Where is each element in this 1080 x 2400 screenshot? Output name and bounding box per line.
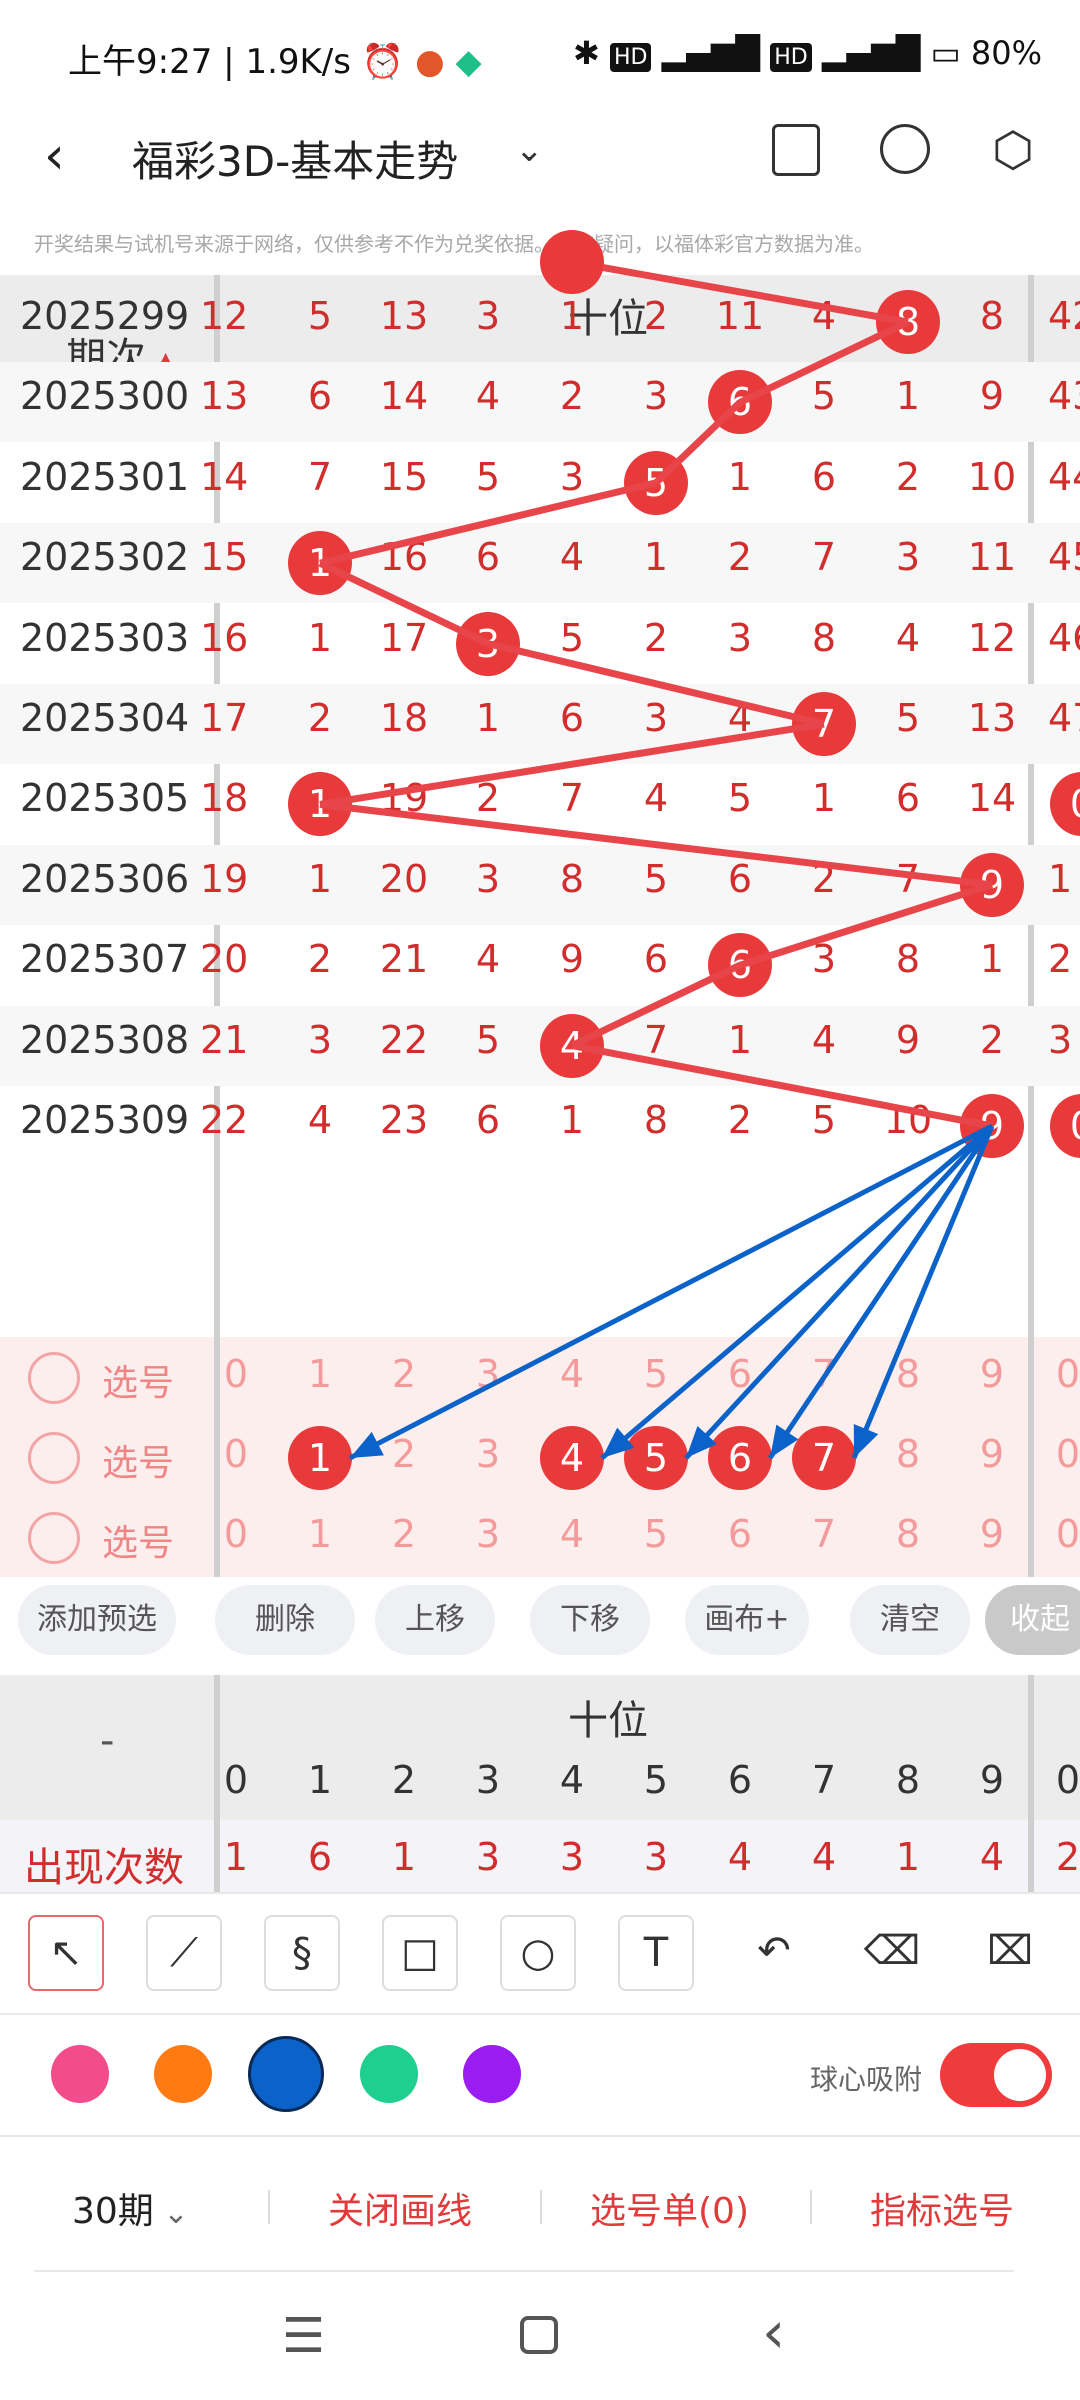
color-swatch[interactable]: [51, 2045, 109, 2103]
color-swatch[interactable]: [360, 2045, 418, 2103]
bottom-divider: [0, 2135, 1080, 2137]
snap-toggle-knob: [994, 2049, 1046, 2101]
back-nav-icon[interactable]: ‹: [762, 2298, 785, 2366]
color-swatch[interactable]: [154, 2045, 212, 2103]
color-swatches: [0, 0, 1080, 2120]
home-icon[interactable]: [520, 2316, 558, 2354]
separator: [268, 2190, 270, 2224]
color-swatch[interactable]: [463, 2045, 521, 2103]
snap-toggle[interactable]: [940, 2043, 1052, 2107]
indicator-pick-button[interactable]: 指标选号: [870, 2182, 1014, 2234]
separator: [540, 2190, 542, 2224]
pick-list-button[interactable]: 选号单(0): [590, 2182, 749, 2234]
nav-divider: [34, 2270, 1014, 2272]
separator: [810, 2190, 812, 2224]
close-lines-button[interactable]: 关闭画线: [328, 2182, 472, 2234]
color-swatch[interactable]: [248, 2036, 324, 2112]
period-select[interactable]: 30期 ⌄: [72, 2182, 189, 2234]
snap-label: 球心吸附: [810, 2063, 923, 2096]
menu-icon[interactable]: ☰: [282, 2308, 325, 2364]
chevron-down-icon: ⌄: [153, 2196, 189, 2231]
